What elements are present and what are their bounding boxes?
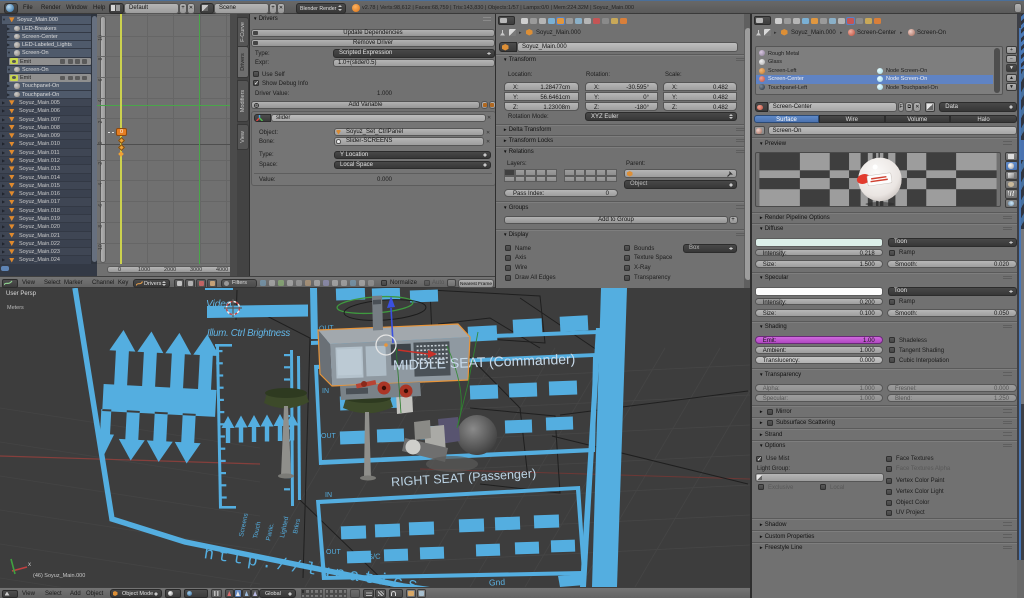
svg-text:Panic.: Panic. bbox=[265, 522, 276, 541]
svg-text:IN: IN bbox=[325, 492, 332, 499]
svg-text:S/C: S/C bbox=[368, 552, 382, 562]
svg-text:Touch: Touch bbox=[252, 521, 263, 540]
svg-text:OUT: OUT bbox=[326, 549, 342, 556]
svg-text:Lighted: Lighted bbox=[279, 516, 290, 539]
svg-text:Illum. Ctrl Brightness: Illum. Ctrl Brightness bbox=[207, 328, 290, 339]
svg-text:Screens: Screens bbox=[238, 512, 250, 538]
svg-text:RIGHT SEAT (Passenger): RIGHT SEAT (Passenger) bbox=[391, 466, 537, 489]
svg-text:Gnd: Gnd bbox=[489, 577, 506, 587]
svg-text:OUT: OUT bbox=[321, 433, 337, 440]
svg-text:Brkrs: Brkrs bbox=[292, 517, 302, 534]
svg-text:x: x bbox=[28, 562, 31, 568]
svg-text:IN: IN bbox=[322, 388, 329, 395]
